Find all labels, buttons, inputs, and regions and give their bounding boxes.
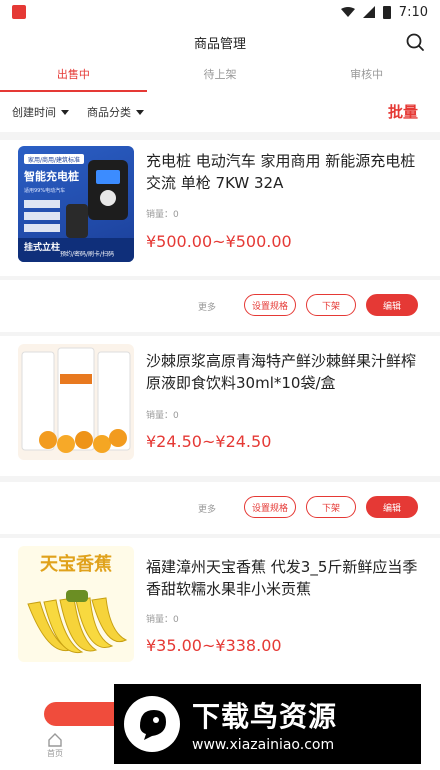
filter-bar: 创建时间 商品分类 批量 bbox=[0, 92, 440, 132]
page-title: 商品管理 bbox=[193, 36, 246, 52]
product-image: 家用/商用/建筑标准 智能充电桩 适用99%电动汽车 挂式立柱 预约/密码/刷卡… bbox=[18, 146, 134, 262]
more-link[interactable]: 更多 bbox=[198, 502, 216, 515]
app-header: 商品管理 bbox=[0, 24, 440, 60]
product-image bbox=[18, 344, 134, 460]
product-card[interactable]: 家用/商用/建筑标准 智能充电桩 适用99%电动汽车 挂式立柱 预约/密码/刷卡… bbox=[0, 140, 440, 276]
caret-down-icon bbox=[61, 109, 69, 115]
app-notification-icon bbox=[12, 5, 26, 19]
product-name: 沙棘原浆高原青海特产鲜沙棘鲜果汁鲜榨原液即食饮料30ml*10袋/盒 bbox=[146, 352, 417, 392]
search-icon[interactable] bbox=[404, 31, 426, 53]
signal-icon bbox=[362, 6, 375, 18]
product-name: 充电桩 电动汽车 家用商用 新能源充电桩 交流 单枪 7KW 32A bbox=[146, 152, 416, 192]
seabuckthorn-image bbox=[21, 347, 131, 453]
add-product-button[interactable] bbox=[44, 702, 120, 726]
bulk-button[interactable]: 批量 bbox=[388, 101, 418, 122]
edit-button[interactable]: 编辑 bbox=[366, 496, 418, 518]
banana-image: 天宝香蕉 bbox=[27, 553, 128, 654]
status-tabs: 出售中 待上架 审核中 bbox=[0, 60, 440, 92]
wifi-icon bbox=[340, 7, 355, 17]
more-link[interactable]: 更多 bbox=[198, 300, 216, 313]
offshelf-button[interactable]: 下架 bbox=[306, 496, 356, 518]
offshelf-button[interactable]: 下架 bbox=[306, 294, 356, 316]
category-label: 商品分类 bbox=[87, 106, 131, 119]
status-time: 7:10 bbox=[398, 4, 428, 20]
watermark: 下载鸟资源 www.xiazainiao.com bbox=[114, 684, 421, 764]
svg-text:预约/密码/刷卡/扫码: 预约/密码/刷卡/扫码 bbox=[60, 250, 114, 258]
set-spec-button[interactable]: 设置规格 bbox=[244, 294, 296, 316]
product-price: ¥35.00~¥338.00 bbox=[146, 636, 282, 655]
edit-button[interactable]: 编辑 bbox=[366, 294, 418, 316]
nav-home-label: 首页 bbox=[47, 749, 63, 758]
product-name: 福建漳州天宝香蕉 代发3_5斤新鲜应当季香甜软糯水果非小米贡蕉 bbox=[146, 558, 418, 598]
product-image: 天宝香蕉 bbox=[18, 546, 134, 662]
charger-image: 家用/商用/建筑标准 智能充电桩 适用99%电动汽车 挂式立柱 预约/密码/刷卡… bbox=[18, 154, 134, 262]
product-card[interactable]: 天宝香蕉 福建漳州天宝香蕉 代发3_5斤新鲜应当季香甜软糯水果非小米贡蕉 销量：… bbox=[0, 538, 440, 690]
home-icon bbox=[48, 733, 62, 747]
tab-pending-listing[interactable]: 待上架 bbox=[147, 60, 294, 92]
product-actions: 更多 设置规格 下架 编辑 bbox=[0, 280, 440, 332]
product-sales: 销量：0 bbox=[146, 210, 179, 220]
product-sales: 销量：0 bbox=[146, 615, 179, 625]
nav-home[interactable]: 首页 bbox=[0, 732, 110, 770]
bird-logo-icon bbox=[124, 696, 180, 752]
product-price: ¥24.50~¥24.50 bbox=[146, 432, 272, 451]
category-filter[interactable]: 商品分类 bbox=[87, 104, 144, 120]
created-time-label: 创建时间 bbox=[12, 106, 56, 119]
svg-text:天宝香蕉: 天宝香蕉 bbox=[40, 553, 112, 575]
created-time-filter[interactable]: 创建时间 bbox=[12, 104, 69, 120]
set-spec-button[interactable]: 设置规格 bbox=[244, 496, 296, 518]
svg-text:智能充电桩: 智能充电桩 bbox=[24, 169, 79, 183]
tab-under-review[interactable]: 审核中 bbox=[293, 60, 440, 92]
watermark-url: www.xiazainiao.com bbox=[192, 737, 335, 753]
status-icons: 7:10 bbox=[340, 4, 428, 20]
tab-on-sale[interactable]: 出售中 bbox=[0, 60, 147, 92]
watermark-title: 下载鸟资源 bbox=[192, 700, 338, 733]
svg-text:挂式立柱: 挂式立柱 bbox=[24, 241, 60, 253]
battery-icon bbox=[382, 5, 391, 19]
product-price: ¥500.00~¥500.00 bbox=[146, 232, 292, 251]
caret-down-icon bbox=[136, 109, 144, 115]
product-sales: 销量：0 bbox=[146, 411, 179, 421]
svg-text:适用99%电动汽车: 适用99%电动汽车 bbox=[24, 187, 65, 194]
status-bar: 7:10 bbox=[0, 0, 440, 24]
svg-text:家用/商用/建筑标准: 家用/商用/建筑标准 bbox=[28, 156, 80, 164]
product-card[interactable]: 沙棘原浆高原青海特产鲜沙棘鲜果汁鲜榨原液即食饮料30ml*10袋/盒 销量：0 … bbox=[0, 336, 440, 476]
product-actions: 更多 设置规格 下架 编辑 bbox=[0, 482, 440, 534]
